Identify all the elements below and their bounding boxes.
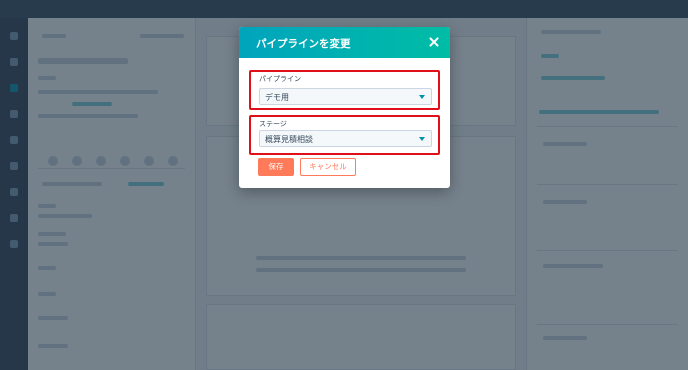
close-icon[interactable] bbox=[427, 35, 441, 49]
stage-field-highlight: ステージ 概算見積相談 bbox=[249, 115, 440, 155]
save-button[interactable]: 保存 bbox=[258, 158, 294, 176]
pipeline-select-value: デモ用 bbox=[265, 93, 289, 102]
pipeline-select[interactable]: デモ用 bbox=[259, 88, 432, 105]
pipeline-field-highlight: パイプライン デモ用 bbox=[249, 70, 440, 110]
change-pipeline-dialog: パイプラインを変更 パイプライン デモ用 ステージ 概算見積相談 保存 キャンセ… bbox=[239, 27, 450, 188]
chevron-down-icon bbox=[419, 95, 425, 99]
stage-select[interactable]: 概算見積相談 bbox=[259, 130, 432, 147]
chevron-down-icon bbox=[419, 137, 425, 141]
dialog-header: パイプラインを変更 bbox=[239, 27, 450, 58]
cancel-button[interactable]: キャンセル bbox=[300, 158, 356, 176]
dialog-title: パイプラインを変更 bbox=[256, 38, 351, 50]
stage-label: ステージ bbox=[259, 120, 287, 128]
stage-select-value: 概算見積相談 bbox=[265, 135, 313, 144]
pipeline-label: パイプライン bbox=[259, 75, 301, 83]
